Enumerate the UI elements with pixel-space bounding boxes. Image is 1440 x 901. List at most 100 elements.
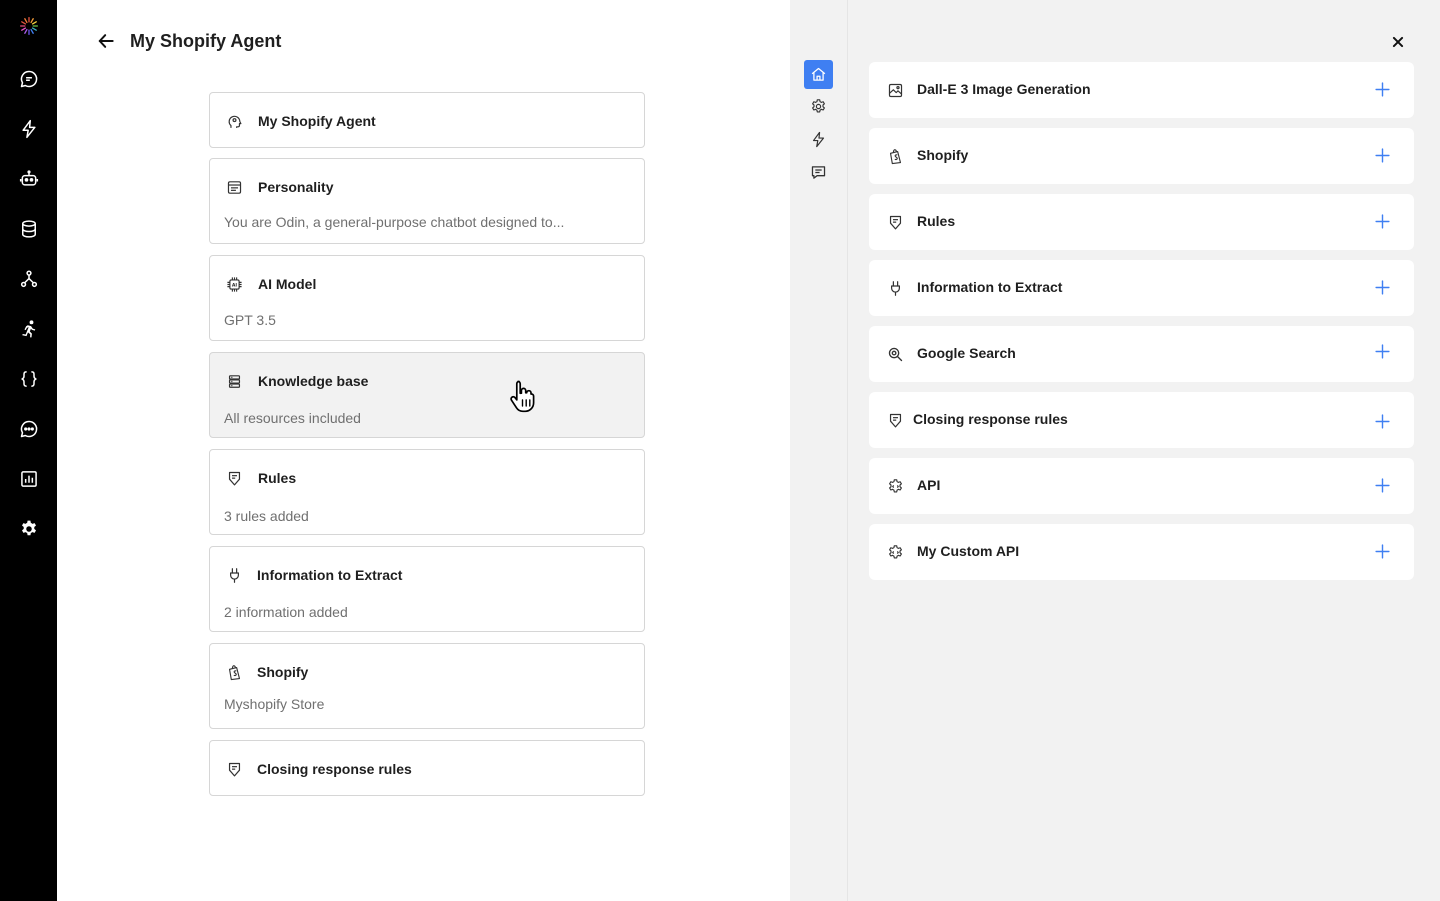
tool-item[interactable]: Information to Extract [869,260,1414,316]
search-icon [888,347,902,361]
add-tool-button[interactable] [1372,277,1392,297]
logo-icon [19,17,38,35]
rail-data[interactable] [0,213,57,245]
tool-label: API [917,477,941,493]
lightning-icon [21,119,36,139]
runner-icon [21,320,35,338]
tool-label: Information to Extract [917,279,1063,295]
extract-icon [890,280,900,296]
card-title: Information to Extract [257,567,403,583]
agent-head-icon [228,115,241,128]
arrow-left-icon [98,34,114,48]
plus-icon [1374,413,1390,429]
tool-label: My Custom API [917,543,1020,559]
closing-response-rules-card[interactable]: Closing response rules [209,740,645,796]
lightning-icon [812,131,825,148]
chart-icon [20,471,37,487]
tool-label: Shopify [917,147,969,163]
plus-icon [1374,213,1390,229]
api-gear-icon [888,478,902,493]
card-subtitle: GPT 3.5 [224,312,276,328]
card-subtitle: All resources included [224,410,361,426]
page-title: My Shopify Agent [130,31,282,51]
card-subtitle: You are Odin, a general-purpose chatbot … [224,214,565,230]
rules-icon [228,471,240,485]
chip-ai-icon: AI [226,276,242,292]
close-button[interactable] [1388,32,1408,52]
tool-item[interactable]: Google Search [869,326,1414,382]
card-subtitle: 3 rules added [224,508,309,524]
rail-analytics[interactable] [0,463,57,495]
app-logo[interactable] [0,10,57,42]
tool-item[interactable]: Rules [869,194,1414,250]
rail-settings[interactable] [0,513,57,545]
tool-item[interactable]: API [869,458,1414,514]
knowledge-base-card[interactable]: Knowledge base All resources included [209,352,645,438]
rules-card[interactable]: Rules 3 rules added [209,449,645,535]
add-tool-button[interactable] [1372,79,1392,99]
nav-chat[interactable] [804,158,833,187]
shopify-card[interactable]: Shopify Myshopify Store [209,643,645,729]
add-tool-button[interactable] [1372,411,1392,431]
app-sidebar [0,0,57,901]
shopify-bag-icon [889,148,901,164]
nav-settings[interactable] [804,92,833,121]
rules-icon [889,413,901,427]
information-to-extract-card[interactable]: Information to Extract 2 information add… [209,546,645,632]
personality-card[interactable]: Personality You are Odin, a general-purp… [209,158,645,244]
ai-model-card[interactable]: AI AI Model GPT 3.5 [209,255,645,341]
rail-automations[interactable] [0,113,57,145]
add-tool-button[interactable] [1372,341,1392,361]
chat-bubble-icon [20,70,37,88]
card-subtitle: 2 information added [224,604,348,620]
tool-item[interactable]: Closing response rules [869,392,1414,448]
panel-nav [790,0,848,901]
robot-icon [19,170,38,186]
rules-icon [889,215,901,229]
stack-icon [228,374,240,388]
rail-flows[interactable] [0,263,57,295]
rail-code[interactable] [0,363,57,395]
tool-item[interactable]: Dall-E 3 Image Generation [869,62,1414,118]
plus-icon [1374,543,1390,559]
rail-messages[interactable] [0,413,57,445]
nav-home[interactable] [804,60,833,89]
add-tool-button[interactable] [1372,541,1392,561]
comment-icon [811,166,826,179]
agent-editor: My Shopify Agent My Shopify Agent Person… [57,0,790,901]
add-tool-button[interactable] [1372,475,1392,495]
agent-name-card[interactable]: My Shopify Agent [209,92,645,148]
card-title: Knowledge base [258,373,369,389]
plus-icon [1374,343,1390,359]
api-gear-icon [888,544,902,559]
tool-label: Rules [917,213,956,229]
nav-actions[interactable] [804,125,833,154]
tools-panel: Dall-E 3 Image Generation Shopify Rules … [848,0,1440,901]
card-subtitle: Myshopify Store [224,696,325,712]
network-icon [20,270,37,288]
add-tool-button[interactable] [1372,145,1392,165]
tool-item[interactable]: Shopify [869,128,1414,184]
tool-label: Google Search [917,345,1016,361]
svg-text:AI: AI [231,282,237,288]
back-button[interactable] [95,30,117,52]
image-icon [888,83,902,97]
rail-agents[interactable] [0,163,57,195]
close-icon [1392,36,1404,48]
message-dots-icon [20,420,37,438]
tool-label: Dall-E 3 Image Generation [917,81,1091,97]
rail-runs[interactable] [0,313,57,345]
tool-item[interactable]: My Custom API [869,524,1414,580]
card-title: My Shopify Agent [258,113,376,129]
add-tool-button[interactable] [1372,211,1392,231]
rail-chats[interactable] [0,63,57,95]
card-title: Personality [258,179,334,195]
database-icon [21,220,36,238]
rules-icon [228,762,240,776]
card-title: Shopify [257,664,309,680]
plus-icon [1374,279,1390,295]
home-icon [811,67,826,81]
code-braces-icon [20,371,37,387]
card-title: Rules [258,470,297,486]
tool-label: Closing response rules [913,411,1068,427]
